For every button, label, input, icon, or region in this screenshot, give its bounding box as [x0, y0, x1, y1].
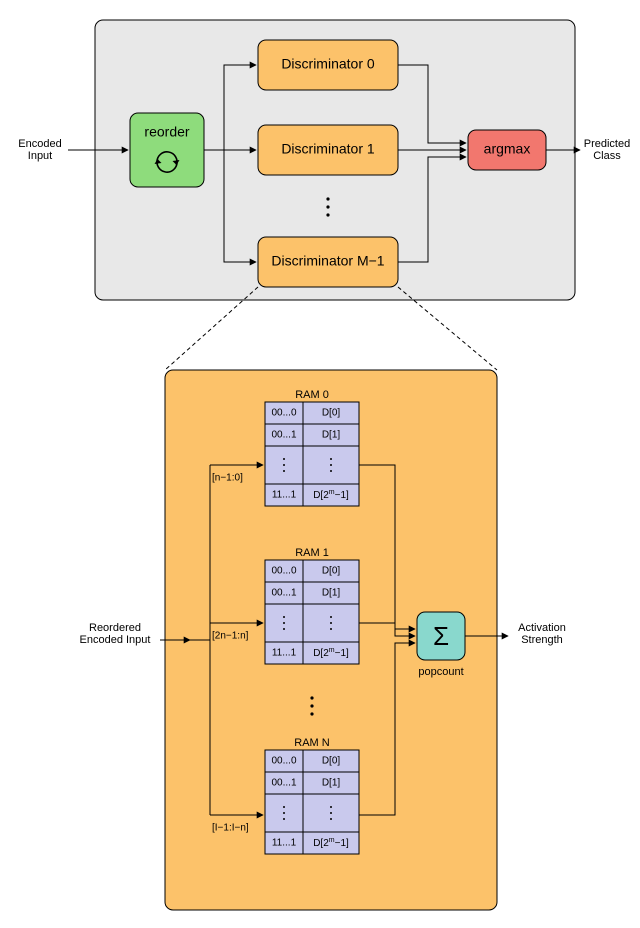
argmax-label: argmax [484, 141, 531, 157]
svg-text:00...0: 00...0 [271, 408, 296, 419]
svg-text:00...1: 00...1 [271, 778, 296, 789]
predicted-class-label: PredictedClass [584, 138, 630, 162]
slice-0-label: [n−1:0] [212, 473, 243, 484]
svg-text:RAM N: RAM N [294, 737, 330, 749]
svg-text:D[1]: D[1] [322, 430, 341, 441]
reordered-input-label: ReorderedEncoded Input [80, 622, 151, 646]
svg-text:11...1: 11...1 [272, 490, 297, 501]
discriminator-m-label: Discriminator M−1 [271, 253, 384, 269]
discriminator-1-label: Discriminator 1 [281, 141, 375, 157]
reorder-label: reorder [144, 124, 189, 140]
svg-text:D[1]: D[1] [322, 588, 341, 599]
ram-1: RAM 1 00...0D[0] 00...1D[1] 11...1 D[2m−… [265, 547, 359, 664]
discriminator-0-label: Discriminator 0 [281, 56, 375, 72]
encoded-input-label: EncodedInput [18, 138, 61, 162]
ram-n: RAM N 00...0D[0] 00...1D[1] 11...1 D[2m−… [265, 737, 359, 854]
svg-text:11...1: 11...1 [272, 648, 297, 659]
sigma-icon: Σ [433, 621, 449, 651]
svg-text:00...1: 00...1 [271, 588, 296, 599]
slice-n-label: [I−1:I−n] [212, 823, 249, 834]
svg-text:RAM 1: RAM 1 [295, 547, 329, 559]
svg-text:D[1]: D[1] [322, 778, 341, 789]
svg-text:D[0]: D[0] [322, 566, 341, 577]
activation-strength-label: ActivationStrength [518, 622, 566, 646]
popcount-label: popcount [418, 666, 463, 678]
svg-text:D[0]: D[0] [322, 408, 341, 419]
svg-text:00...1: 00...1 [271, 430, 296, 441]
svg-text:D[0]: D[0] [322, 756, 341, 767]
svg-text:00...0: 00...0 [271, 756, 296, 767]
svg-text:RAM 0: RAM 0 [295, 389, 329, 401]
slice-1-label: [2n−1:n] [212, 631, 249, 642]
svg-text:00...0: 00...0 [271, 566, 296, 577]
svg-text:11...1: 11...1 [272, 838, 297, 849]
ram-0: RAM 0 00...0D[0] 00...1D[1] 11...1 D[2m−… [265, 389, 359, 506]
